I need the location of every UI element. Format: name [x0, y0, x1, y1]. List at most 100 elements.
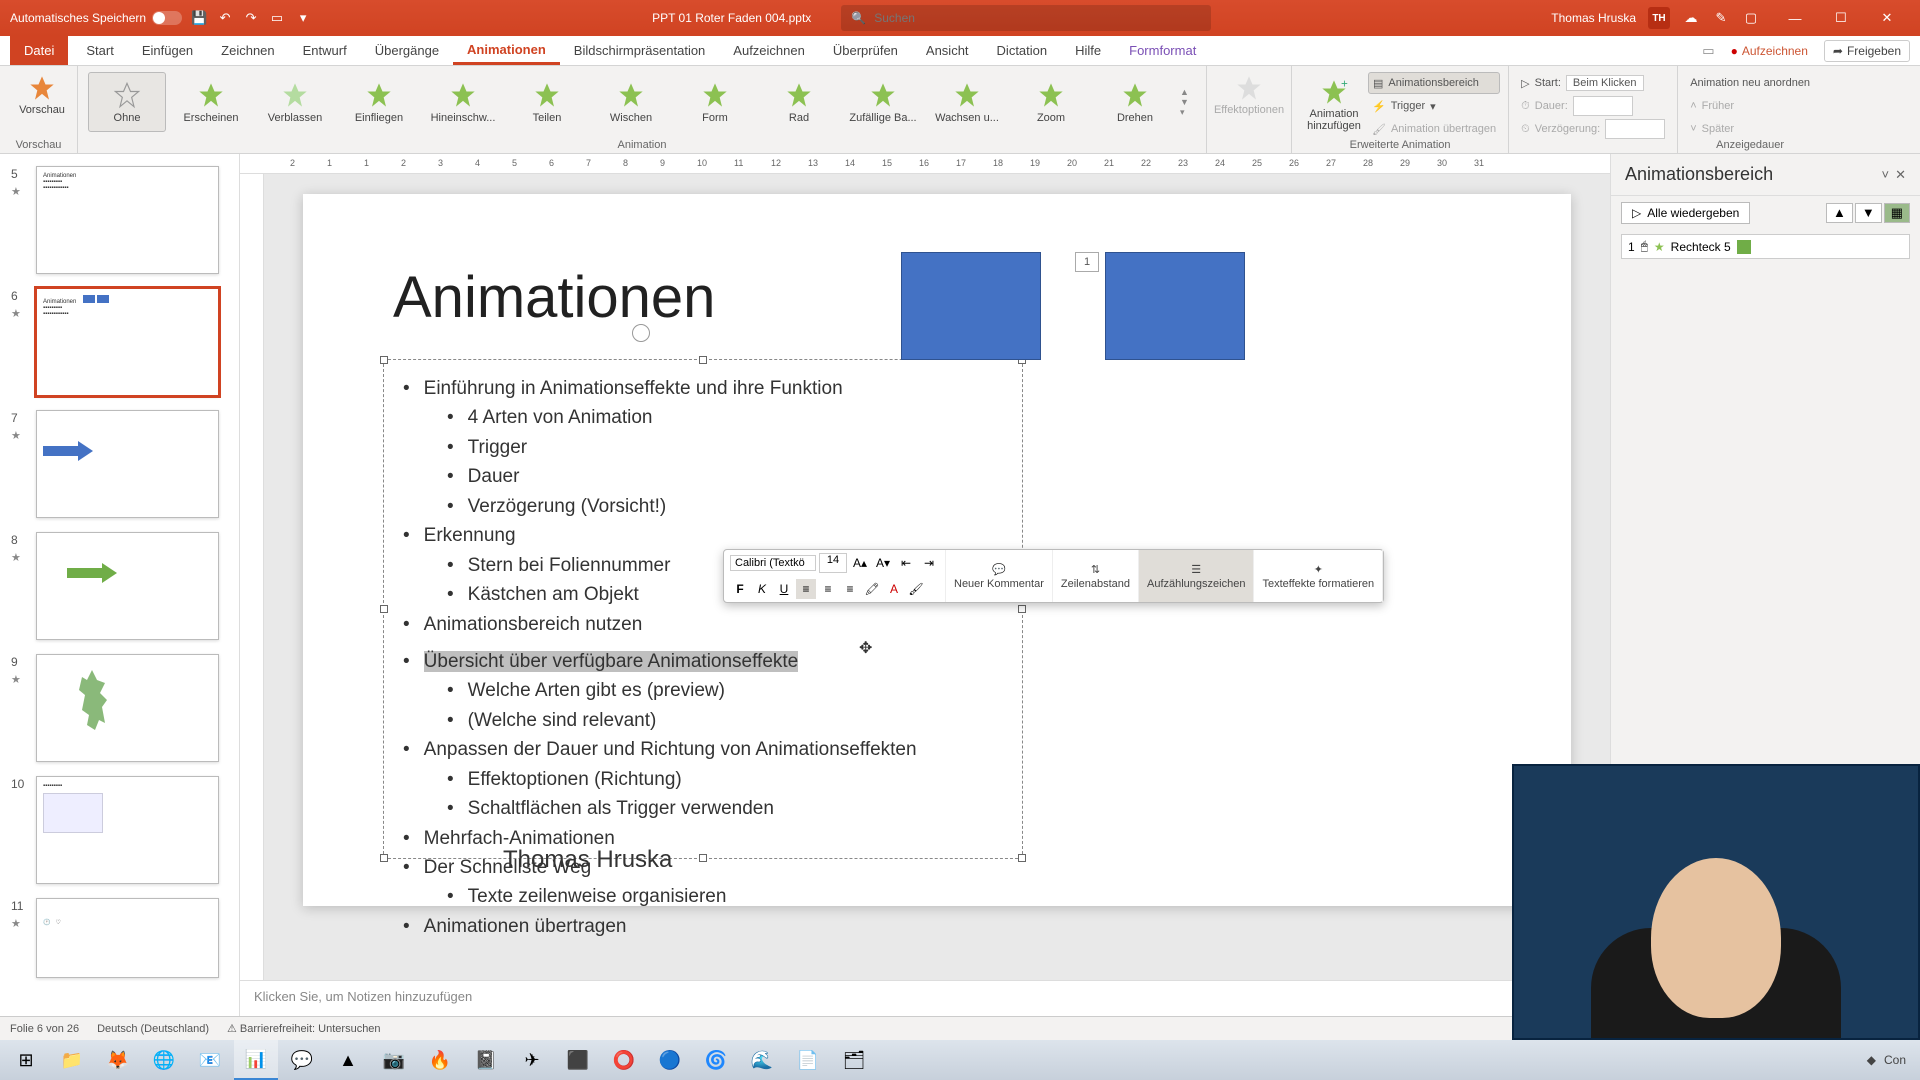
text-effects-button[interactable]: ✦Texteffekte formatieren [1254, 550, 1383, 602]
close-pane-icon[interactable]: ✕ [1895, 167, 1906, 183]
explorer-icon[interactable]: 📁 [50, 1040, 94, 1080]
anim-none[interactable]: Ohne [88, 72, 166, 132]
tab-insert[interactable]: Einfügen [128, 36, 207, 65]
thumb-10[interactable]: 10 ▪▪▪▪▪▪▪▪▪ [36, 776, 219, 884]
collapse-ribbon-icon[interactable]: ▭ [1702, 43, 1714, 59]
start-row[interactable]: ▷ Start: Beim Klicken [1517, 72, 1669, 94]
accessibility[interactable]: ⚠ Barrierefreiheit: Untersuchen [227, 1022, 381, 1035]
tab-review[interactable]: Überprüfen [819, 36, 912, 65]
tab-view[interactable]: Ansicht [912, 36, 983, 65]
anim-entry[interactable]: 1 🖱 ★ Rechteck 5 [1621, 234, 1910, 259]
anim-tag-1[interactable]: 1 [1075, 252, 1099, 272]
bullet[interactable]: Verzögerung (Vorsicht!) [403, 492, 917, 521]
anim-wheel[interactable]: Rad [760, 72, 838, 132]
app-icon[interactable]: 🌀 [694, 1040, 738, 1080]
language[interactable]: Deutsch (Deutschland) [97, 1023, 209, 1035]
bullet[interactable]: Effektoptionen (Richtung) [403, 765, 917, 794]
anim-appear[interactable]: Erscheinen [172, 72, 250, 132]
bullet[interactable]: Welche Arten gibt es (preview) [403, 676, 917, 705]
anim-zoom[interactable]: Zoom [1012, 72, 1090, 132]
blue-rect-1[interactable] [901, 252, 1041, 360]
bullet[interactable]: Animationsbereich nutzen [403, 610, 917, 639]
cloud-icon[interactable]: ☁ [1682, 9, 1700, 27]
anim-split[interactable]: Teilen [508, 72, 586, 132]
app-icon[interactable]: 📄 [786, 1040, 830, 1080]
thumb-8[interactable]: 8★ [36, 532, 219, 640]
firefox-icon[interactable]: 🦊 [96, 1040, 140, 1080]
anim-flyin[interactable]: Einfliegen [340, 72, 418, 132]
bullet[interactable]: (Welche sind relevant) [403, 706, 917, 735]
thumb-9[interactable]: 9★ [36, 654, 219, 762]
view-mode-icon[interactable]: ▦ [1884, 203, 1910, 223]
bullet[interactable]: Dauer [403, 462, 917, 491]
line-spacing-button[interactable]: ⇅Zeilenabstand [1053, 550, 1139, 602]
undo-icon[interactable]: ↶ [216, 9, 234, 27]
animation-gallery[interactable]: Ohne Erscheinen Verblassen Einfliegen Hi… [86, 70, 1198, 134]
avatar[interactable]: TH [1648, 7, 1670, 29]
anim-randombars[interactable]: Zufällige Ba... [844, 72, 922, 132]
outlook-icon[interactable]: 📧 [188, 1040, 232, 1080]
decrease-font-icon[interactable]: A▾ [873, 553, 893, 573]
tab-shapeformat[interactable]: Formformat [1115, 36, 1210, 65]
bullet[interactable]: Texte zeilenweise organisieren [403, 882, 917, 911]
app-icon[interactable]: ⭕ [602, 1040, 646, 1080]
bold-icon[interactable]: F [730, 579, 750, 599]
anim-grow[interactable]: Wachsen u... [928, 72, 1006, 132]
copy-animation-button[interactable]: 🖌 Animation übertragen [1368, 118, 1500, 140]
tab-dictation[interactable]: Dictation [983, 36, 1062, 65]
app-icon[interactable]: 📷 [372, 1040, 416, 1080]
redo-icon[interactable]: ↷ [242, 9, 260, 27]
tab-transitions[interactable]: Übergänge [361, 36, 453, 65]
later-button[interactable]: ˅ Später [1686, 118, 1814, 140]
tray-icon[interactable]: ◆ [1867, 1053, 1876, 1067]
new-comment-button[interactable]: 💬Neuer Kommentar [946, 550, 1053, 602]
thumb-7[interactable]: 7★ [36, 410, 219, 518]
more-icon[interactable]: ▾ [294, 9, 312, 27]
bullet[interactable]: Schaltflächen als Trigger verwenden [403, 794, 917, 823]
share-button[interactable]: ➦Freigeben [1824, 40, 1910, 62]
bullet[interactable]: Anpassen der Dauer und Richtung von Anim… [403, 735, 917, 764]
align-right-icon[interactable]: ≡ [840, 579, 860, 599]
maximize-button[interactable]: ☐ [1818, 0, 1864, 36]
decrease-indent-icon[interactable]: ⇤ [896, 553, 916, 573]
blue-rect-2[interactable] [1105, 252, 1245, 360]
search-input[interactable] [874, 11, 1201, 25]
font-color-icon[interactable]: A [884, 579, 904, 599]
tab-start[interactable]: Start [72, 36, 127, 65]
format-painter-icon[interactable]: 🖌 [906, 579, 926, 599]
tab-help[interactable]: Hilfe [1061, 36, 1115, 65]
app-icon[interactable]: 🔵 [648, 1040, 692, 1080]
gallery-more-icon[interactable]: ▲▼▾ [1180, 72, 1196, 132]
bullets-button[interactable]: ☰Aufzählungszeichen [1139, 550, 1254, 602]
minimize-button[interactable]: — [1772, 0, 1818, 36]
collapse-icon[interactable]: ˅ [1882, 167, 1890, 183]
anim-shape[interactable]: Form [676, 72, 754, 132]
bullet[interactable]: 4 Arten von Animation [403, 403, 917, 432]
thumb-11[interactable]: 11★ 🕐 ♡ [36, 898, 219, 978]
anim-fade[interactable]: Verblassen [256, 72, 334, 132]
start-icon[interactable]: ⊞ [4, 1040, 48, 1080]
app-icon[interactable]: 💬 [280, 1040, 324, 1080]
anim-floatin[interactable]: Hineinschw... [424, 72, 502, 132]
telegram-icon[interactable]: ✈ [510, 1040, 554, 1080]
duration-row[interactable]: ⏱ Dauer: [1517, 95, 1669, 117]
preview-button[interactable]: Vorschau [8, 70, 76, 120]
increase-indent-icon[interactable]: ⇥ [919, 553, 939, 573]
slide-counter[interactable]: Folie 6 von 26 [10, 1023, 79, 1035]
slide-title[interactable]: Animationen [393, 264, 715, 331]
mini-toolbar[interactable]: Calibri (Textkö 14 A▴ A▾ ⇤ ⇥ F K U [723, 549, 1384, 603]
app-icon[interactable]: ⬛ [556, 1040, 600, 1080]
move-down-icon[interactable]: ▼ [1855, 203, 1882, 223]
trigger-button[interactable]: ⚡ Trigger ▾ [1368, 95, 1500, 117]
align-center-icon[interactable]: ≡ [818, 579, 838, 599]
notes-pane[interactable]: Klicken Sie, um Notizen hinzuzufügen [240, 980, 1610, 1016]
app-icon[interactable]: 🔥 [418, 1040, 462, 1080]
window-icon[interactable]: ▢ [1742, 9, 1760, 27]
chrome-icon[interactable]: 🌐 [142, 1040, 186, 1080]
powerpoint-icon[interactable]: 📊 [234, 1040, 278, 1080]
font-size[interactable]: 14 [819, 553, 847, 573]
earlier-button[interactable]: ˄ Früher [1686, 95, 1814, 117]
slide[interactable]: Animationen [303, 194, 1571, 906]
save-icon[interactable]: 💾 [190, 9, 208, 27]
font-select[interactable]: Calibri (Textkö [730, 555, 816, 571]
